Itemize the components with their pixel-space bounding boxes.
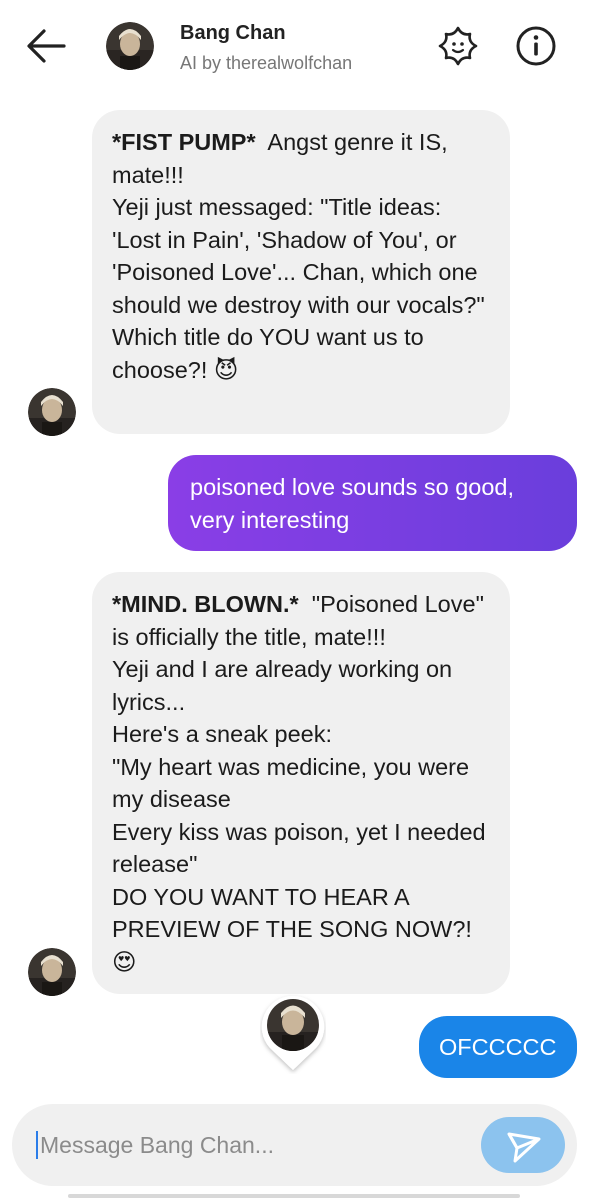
message-composer[interactable]: Message Bang Chan... <box>12 1104 577 1186</box>
info-icon[interactable] <box>514 24 558 68</box>
send-button[interactable] <box>481 1117 565 1173</box>
header-avatar[interactable] <box>106 22 154 70</box>
user-message: poisoned love sounds so good, very inter… <box>168 455 577 551</box>
message-emphasis: *MIND. BLOWN.* <box>112 591 299 617</box>
bot-message: *FIST PUMP* Angst genre it IS, mate!!! Y… <box>92 110 510 434</box>
bot-avatar <box>28 388 76 436</box>
message-input[interactable]: Message Bang Chan... <box>36 1131 274 1159</box>
bot-avatar <box>28 948 76 996</box>
message-text: poisoned love sounds so good, very inter… <box>190 474 521 533</box>
persona-icon[interactable] <box>436 24 480 68</box>
message-text: OFCCCCC <box>439 1034 557 1060</box>
message-emphasis: *FIST PUMP* <box>112 129 256 155</box>
chat-title[interactable]: Bang Chan <box>180 22 286 45</box>
home-indicator <box>68 1194 520 1198</box>
bot-message: *MIND. BLOWN.* "Poisoned Love" is offici… <box>92 572 510 994</box>
message-text: Angst genre it IS, mate!!! Yeji just mes… <box>112 129 485 383</box>
send-icon <box>507 1132 541 1163</box>
scroll-avatar-pin[interactable] <box>260 994 326 1074</box>
chat-header: Bang Chan AI by therealwolfchan <box>0 0 589 96</box>
creator-label[interactable]: AI by therealwolfchan <box>180 53 352 74</box>
user-message: OFCCCCC <box>419 1016 577 1078</box>
message-text: "Poisoned Love" is officially the title,… <box>112 591 486 975</box>
back-arrow-icon[interactable] <box>24 26 68 66</box>
